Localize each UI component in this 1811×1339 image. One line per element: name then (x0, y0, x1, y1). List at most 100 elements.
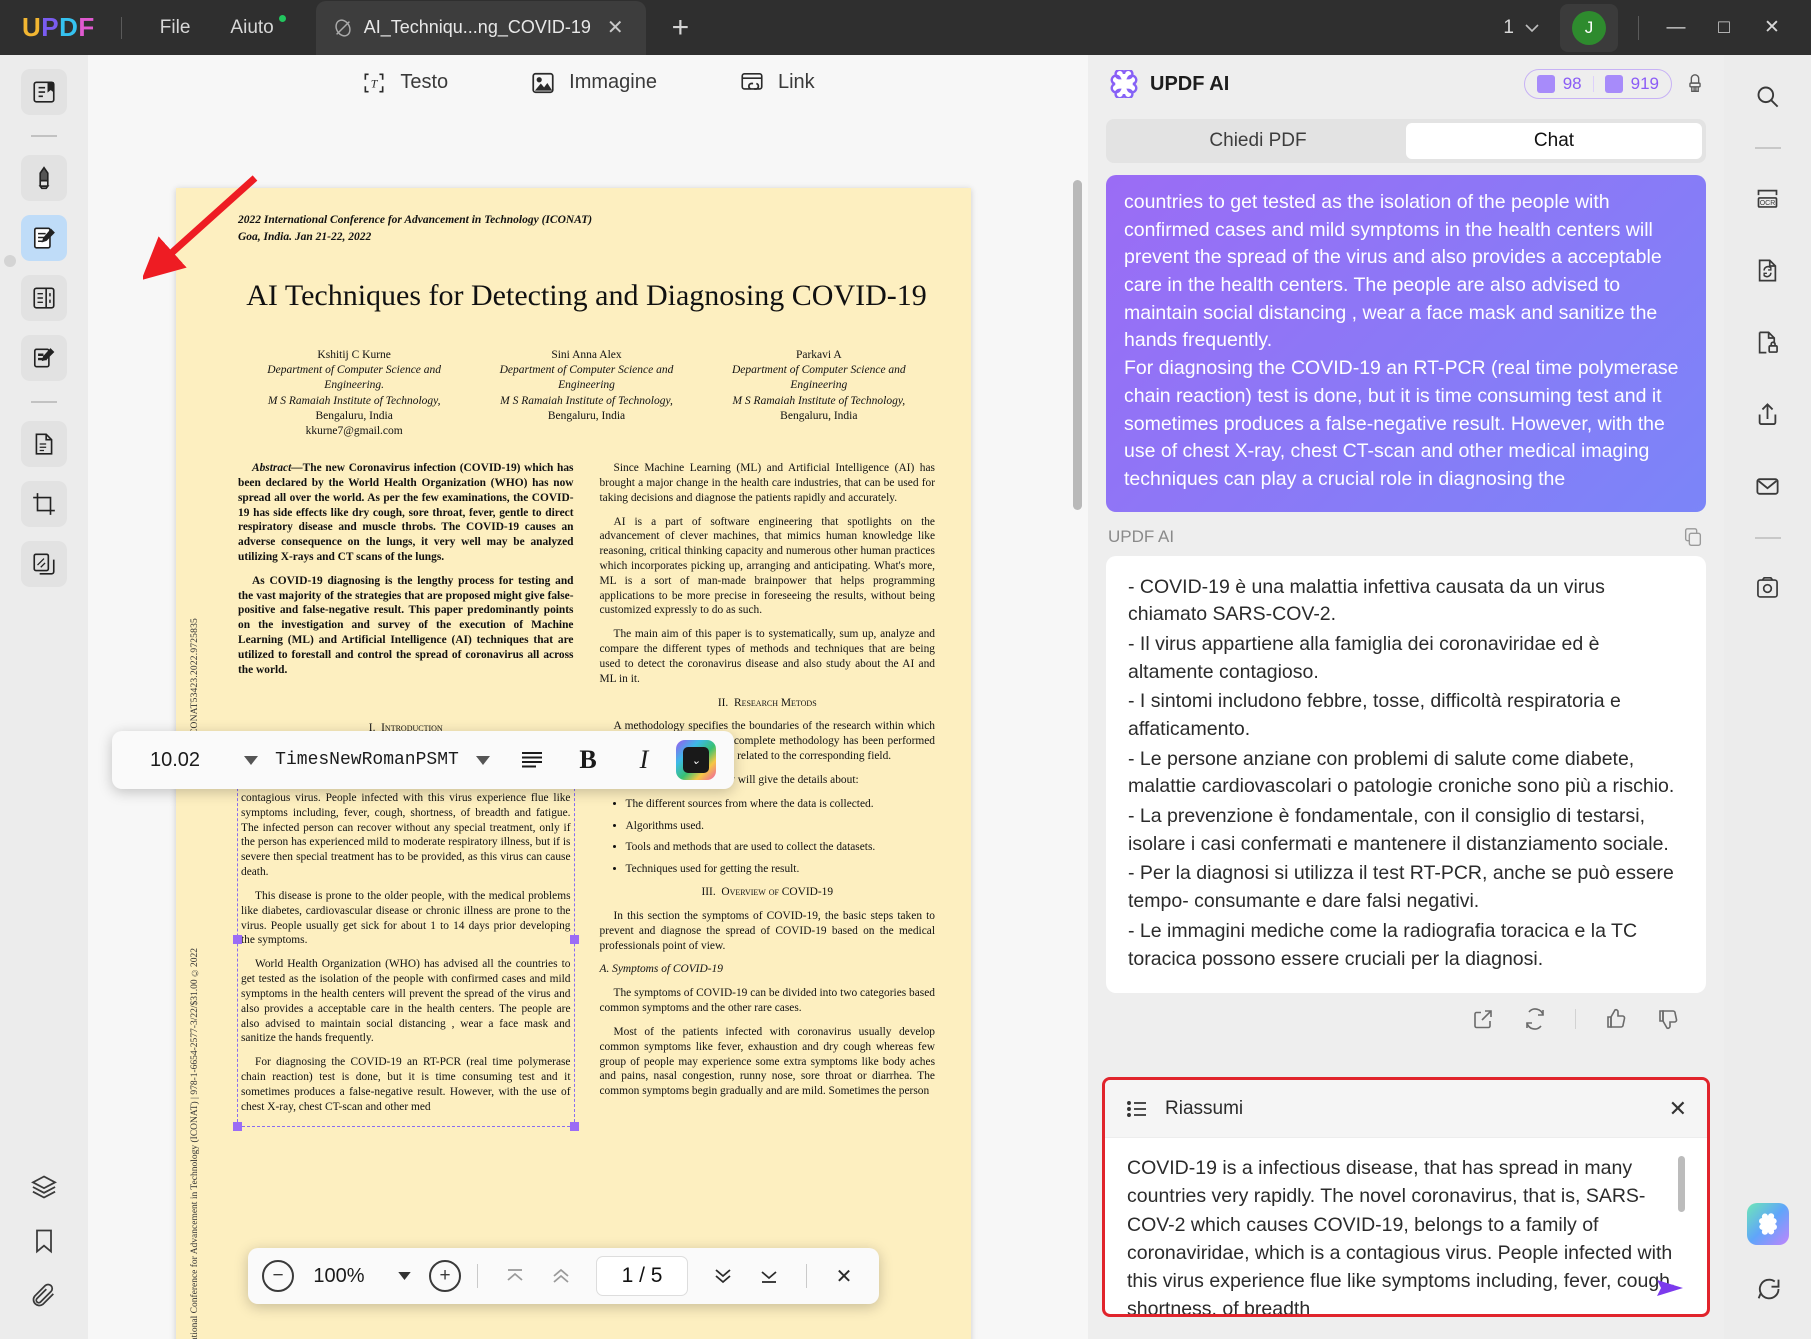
sidebar-item-reader[interactable] (21, 69, 67, 115)
sidebar-item-batch[interactable] (21, 541, 67, 587)
sidebar-item-protect[interactable] (1745, 319, 1791, 365)
close-window-button[interactable]: ✕ (1749, 8, 1795, 48)
abstract-text-1: The new Coronavirus infection (COVID-19)… (238, 462, 574, 563)
edit-tool-testo[interactable]: T Testo (361, 70, 448, 96)
sidebar-item-search[interactable] (1745, 73, 1791, 119)
attachment-icon[interactable] (30, 1281, 58, 1309)
tab-chiedi-pdf[interactable]: Chiedi PDF (1110, 123, 1406, 159)
bookmark-icon[interactable] (30, 1227, 58, 1255)
next-page-button[interactable] (702, 1266, 744, 1286)
sidebar-item-email[interactable] (1745, 463, 1791, 509)
rail-divider-1 (31, 135, 57, 137)
ai-panel-header: UPDF AI 98 919 (1088, 55, 1724, 113)
author-email: kkurne7@gmail.com (305, 424, 403, 437)
composer-close-button[interactable]: ✕ (1669, 1096, 1687, 1122)
assistant-action-bar (1106, 993, 1706, 1031)
author-name: Sini Anna Alex (551, 349, 622, 361)
ai-panel-title: UPDF AI (1150, 72, 1230, 95)
sidebar-item-highlight[interactable] (21, 155, 67, 201)
sidebar-item-organize-pages[interactable] (21, 275, 67, 321)
tab-chat[interactable]: Chat (1406, 123, 1702, 159)
sidebar-item-fill-sign[interactable] (21, 335, 67, 381)
organize-pages-icon (31, 285, 57, 311)
send-icon[interactable] (1655, 1276, 1685, 1300)
badge-divider (1592, 76, 1594, 92)
zoom-in-button[interactable]: + (429, 1260, 461, 1292)
document-count-value: 98 (1562, 74, 1582, 93)
align-button[interactable] (504, 749, 560, 771)
author-name: Parkavi A (795, 349, 842, 361)
ai-mode-tabs: Chiedi PDF Chat (1106, 119, 1706, 163)
resize-handle-bl[interactable] (233, 1121, 242, 1131)
prev-page-icon (549, 1266, 573, 1286)
comment-icon[interactable] (1754, 1275, 1782, 1303)
composer-scrollbar[interactable] (1678, 1156, 1685, 1212)
last-page-button[interactable] (748, 1266, 790, 1286)
resize-handle-l[interactable] (233, 934, 242, 944)
right-rail-bottom (1746, 1203, 1789, 1339)
layers-icon[interactable] (30, 1173, 58, 1201)
thumbs-up-icon[interactable] (1604, 1007, 1628, 1031)
document-tab[interactable]: AI_Techniqu...ng_COVID-19 ✕ (315, 0, 646, 55)
edit-tool-testo-label: Testo (400, 71, 449, 93)
scan-icon (1754, 575, 1781, 602)
search-icon (1754, 83, 1781, 110)
edit-tool-immagine[interactable]: Immagine (530, 70, 657, 96)
author-inst: M S Ramaiah Institute of Technology, (500, 394, 673, 407)
sidebar-item-crop[interactable] (21, 481, 67, 527)
usage-badge-group[interactable]: 98 919 (1523, 69, 1672, 99)
title-bar: UPDF File Aiuto AI_Techniqu...ng_COVID-1… (0, 0, 1811, 55)
font-size-dropdown-icon[interactable] (230, 755, 272, 765)
user-message-bubble: countries to get tested as the isolation… (1106, 175, 1706, 512)
pdf-vertical-scrollbar[interactable] (1073, 180, 1082, 1180)
composer-input[interactable]: COVID-19 is a infectious disease, that h… (1105, 1138, 1707, 1314)
sidebar-item-ocr[interactable]: OCR (1745, 175, 1791, 221)
font-family-dropdown-icon[interactable] (462, 755, 504, 765)
assistant-line: - I sintomi includono febbre, tosse, dif… (1128, 690, 1621, 740)
first-page-button[interactable] (494, 1266, 536, 1286)
sidebar-item-share[interactable] (1745, 391, 1791, 437)
brush-icon[interactable] (1684, 73, 1706, 95)
close-toolbar-button[interactable]: ✕ (823, 1264, 865, 1289)
menu-aiuto[interactable]: Aiuto (210, 11, 293, 45)
italic-button[interactable]: I (616, 745, 672, 775)
ai-assistant-icon[interactable] (1746, 1203, 1789, 1245)
text-color-button[interactable]: ⌄ (676, 740, 716, 780)
zoom-level-value[interactable]: 100% (298, 1265, 380, 1288)
thumbs-down-icon[interactable] (1656, 1007, 1680, 1031)
document-count-icon (1536, 75, 1555, 93)
window-count-dropdown[interactable]: 1 (1491, 11, 1552, 45)
maximize-button[interactable]: □ (1701, 8, 1747, 48)
copy-icon[interactable] (1682, 526, 1704, 548)
section-2-title: Research Metods (733, 696, 817, 709)
font-size-value[interactable]: 10.02 (120, 749, 230, 772)
zoom-dropdown-icon[interactable] (384, 1272, 425, 1280)
page-indicator[interactable]: 1 / 5 (596, 1256, 688, 1296)
chat-message-list[interactable]: countries to get tested as the isolation… (1088, 175, 1724, 1067)
new-tab-button[interactable]: + (662, 11, 700, 45)
sidebar-item-edit-pdf[interactable] (21, 215, 67, 261)
pdf-scroll-container[interactable]: 10.1109/ICONAT53423.2022.9725835 2022 In… (88, 110, 1088, 1339)
sidebar-item-convert-file[interactable] (1745, 247, 1791, 293)
resize-handle-r[interactable] (569, 934, 579, 944)
page-columns: Abstract—The new Coronavirus infection (… (233, 461, 935, 1131)
text-edit-selection-box[interactable]: COVID-19 is a infectious disease, that h… (233, 739, 579, 1131)
regenerate-icon[interactable] (1523, 1007, 1547, 1031)
sidebar-item-convert[interactable] (21, 421, 67, 467)
zoom-out-button[interactable]: − (262, 1260, 294, 1292)
export-icon[interactable] (1471, 1007, 1495, 1031)
account-button[interactable]: J (1560, 3, 1618, 52)
resize-handle-br[interactable] (569, 1121, 579, 1131)
sidebar-item-scan[interactable] (1745, 565, 1791, 611)
assistant-label: UPDF AI (1108, 526, 1175, 546)
rail-collapse-handle[interactable] (4, 255, 16, 267)
ai-composer[interactable]: Riassumi ✕ COVID-19 is a infectious dise… (1102, 1077, 1710, 1317)
updf-ai-logo-icon (1110, 70, 1138, 98)
bold-button[interactable]: B (560, 745, 616, 775)
edit-tool-link[interactable]: Link (739, 70, 815, 96)
font-family-value[interactable]: TimesNewRomanPSMT (272, 750, 462, 770)
menu-file[interactable]: File (140, 11, 211, 45)
close-tab-button[interactable]: ✕ (601, 13, 630, 42)
prev-page-button[interactable] (540, 1266, 582, 1286)
minimize-button[interactable]: — (1653, 8, 1699, 48)
